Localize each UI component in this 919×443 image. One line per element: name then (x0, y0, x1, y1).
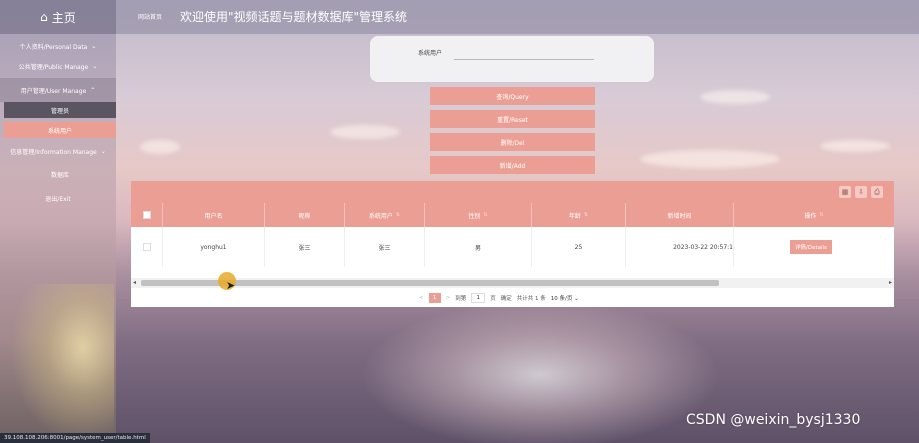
site-home-link[interactable]: 网站首页 (138, 12, 162, 21)
column-header-label: 昵称 (298, 212, 311, 220)
pagination: < 1 > 到第 1 页 确定 共计共 1 条 10 条/页 ⌄ (419, 292, 579, 304)
details-button[interactable]: 详情/Details (790, 240, 832, 254)
column-header-created-time[interactable]: 新增时间 (626, 203, 734, 227)
column-header-label: 新增时间 (667, 212, 692, 220)
background-cloud (640, 150, 780, 168)
background-cloud (330, 125, 400, 139)
chevron-down-icon: ⌄ (92, 62, 98, 70)
reed-decoration (10, 284, 114, 443)
total-count: 共计共 1 条 (516, 296, 546, 302)
sidebar-item-label: 用户管理/User Manage (20, 87, 87, 95)
cell-gender: 男 (425, 227, 532, 267)
query-button[interactable]: 查询/Query (430, 87, 595, 105)
sidebar-item-label: 信息管理/Information Manage (10, 148, 97, 156)
column-header-gender[interactable]: 性别 ⇅ (425, 203, 532, 227)
page-size-select[interactable]: 10 条/页 ⌄ (551, 294, 579, 302)
add-button[interactable]: 新增/Add (430, 156, 595, 174)
sidebar: 个人资料/Personal Data ⌄ 公共管理/Public Manage … (0, 34, 116, 443)
column-header-label: 年龄 (568, 212, 581, 220)
select-all-checkbox[interactable] (142, 211, 151, 219)
horizontal-scrollbar[interactable]: ◂ ▸ (131, 278, 894, 288)
search-label: 系统用户 (418, 50, 443, 57)
sort-icon: ⇅ (819, 212, 824, 218)
row-checkbox[interactable] (142, 243, 151, 251)
sidebar-item-public-manage[interactable]: 公共管理/Public Manage ⌄ (0, 54, 116, 78)
export-icon[interactable]: ⇩ (855, 186, 867, 198)
sidebar-item-label: 个人资料/Personal Data (19, 43, 88, 51)
browser-status-url: 39.108.108.206:8001/page/system_user/tab… (0, 433, 150, 443)
column-header-age[interactable]: 年龄 ⇅ (532, 203, 626, 227)
page-number-input[interactable]: 1 (471, 293, 486, 303)
table-header: 用户名 昵称 系统用户 ⇅ 性别 ⇅ 年龄 ⇅ 新增时间 操作 ⇅ (131, 203, 894, 227)
column-header-system-user[interactable]: 系统用户 ⇅ (345, 203, 425, 227)
cell-actions: 详情/Details (734, 227, 894, 267)
goto-label: 到第 (455, 296, 467, 302)
home-icon: ⌂ (40, 10, 48, 24)
table-toolbar: ▦ ⇩ ⎙ (131, 181, 894, 203)
top-bar: ⌂ 主页 网站首页 欢迎使用"视频话题与题材数据库"管理系统 (0, 0, 919, 34)
column-header-label: 性别 (468, 212, 481, 220)
chevron-down-icon: ⌄ (91, 42, 97, 50)
scroll-left-arrow-icon[interactable]: ◂ (133, 279, 136, 286)
column-header-nickname[interactable]: 昵称 (265, 203, 345, 227)
data-table-panel: ▦ ⇩ ⎙ 用户名 昵称 系统用户 ⇅ 性别 ⇅ 年龄 ⇅ 新增时间 操作 ⇅ … (131, 181, 894, 307)
sidebar-item-information-manage[interactable]: 信息管理/Information Manage ⌄ (0, 139, 116, 163)
sort-icon: ⇅ (583, 212, 589, 218)
print-icon[interactable]: ⎙ (871, 186, 883, 198)
column-header-label: 操作 (804, 212, 817, 220)
select-all-cell (131, 203, 163, 227)
sidebar-item-label: 退出/Exit (45, 195, 71, 203)
background-cloud (820, 140, 890, 152)
page-unit-label: 页 (490, 296, 496, 302)
page-title: 欢迎使用"视频话题与题材数据库"管理系统 (180, 10, 408, 24)
sidebar-item-exit[interactable]: 退出/Exit (0, 186, 116, 210)
next-page-button[interactable]: > (446, 295, 451, 301)
chevron-down-icon: ⌄ (100, 147, 106, 155)
sidebar-subitem-label: 系统用户 (47, 127, 72, 135)
sidebar-subitem-database[interactable]: 数据库 (4, 166, 116, 182)
cell-system-user: 张三 (345, 227, 425, 267)
search-panel: 系统用户 (370, 36, 654, 82)
sidebar-item-user-manage[interactable]: 用户管理/User Manage ⌃ (0, 78, 116, 102)
cell-created-time: 2023-03-22 20:57:1 (626, 227, 734, 267)
columns-icon[interactable]: ▦ (839, 186, 851, 198)
scroll-right-arrow-icon[interactable]: ▸ (889, 279, 892, 286)
cell-username: yonghu1 (163, 227, 265, 267)
background-cloud (140, 140, 180, 154)
cell-age: 25 (532, 227, 626, 267)
mouse-pointer-icon: ➤ (226, 279, 236, 292)
reset-button[interactable]: 重置/Reset (430, 110, 595, 128)
brand-label: 主页 (51, 10, 76, 25)
search-input[interactable] (454, 44, 594, 60)
column-header-label: 系统用户 (368, 212, 393, 220)
page-size-value: 10 条/页 (550, 296, 573, 302)
column-header-username[interactable]: 用户名 (163, 203, 265, 227)
sidebar-subitem-admin[interactable]: 管理员 (4, 102, 116, 118)
chevron-down-icon: ⌄ (574, 296, 579, 302)
row-select-cell (131, 227, 163, 267)
sidebar-subitem-label: 管理员 (50, 107, 69, 115)
confirm-page-button[interactable]: 确定 (501, 294, 512, 302)
prev-page-button[interactable]: < (419, 295, 424, 301)
sidebar-subitem-system-user[interactable]: 系统用户 (4, 122, 116, 138)
delete-button[interactable]: 删除/Del (430, 133, 595, 151)
column-header-label: 用户名 (204, 212, 223, 220)
watermark: CSDN @weixin_bysj1330 (686, 412, 861, 428)
brand-home-link[interactable]: ⌂ 主页 (0, 0, 116, 34)
sidebar-item-label: 公共管理/Public Manage (18, 63, 89, 71)
sort-icon: ⇅ (395, 212, 401, 218)
column-header-actions: 操作 ⇅ (734, 203, 894, 227)
sidebar-subitem-label: 数据库 (50, 171, 69, 179)
table-row: yonghu1 张三 张三 男 25 2023-03-22 20:57:1 详情… (131, 227, 894, 267)
cell-nickname: 张三 (265, 227, 345, 267)
current-page[interactable]: 1 (428, 293, 441, 303)
sea-sparkle (360, 300, 720, 443)
background-cloud (700, 90, 770, 104)
sort-icon: ⇅ (483, 212, 488, 218)
chevron-up-icon: ⌃ (90, 86, 96, 94)
